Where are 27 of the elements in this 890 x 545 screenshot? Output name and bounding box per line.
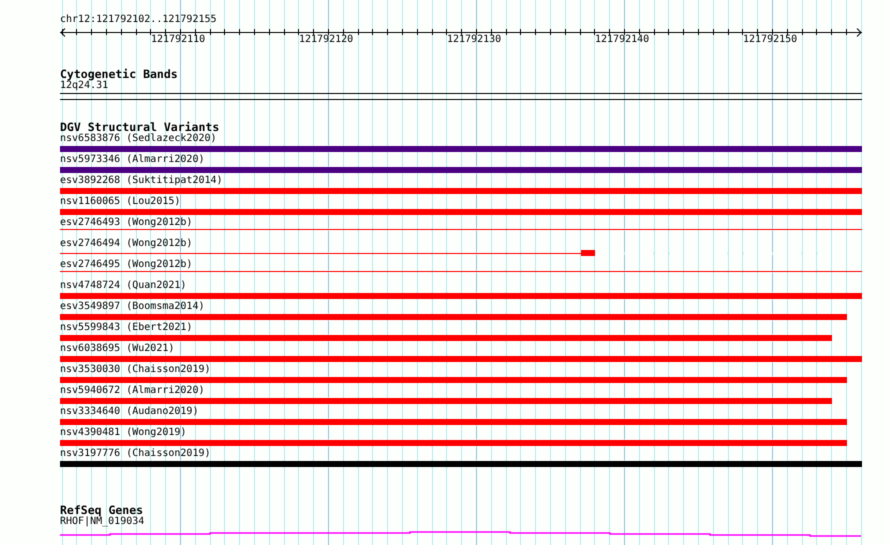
tick-label: 121792130 [447, 34, 502, 46]
variant-label: nsv3530030 (Chaisson2019) [60, 364, 211, 376]
variant-label: nsv4748724 (Quan2021) [60, 280, 186, 292]
track-title: Cytogenetic Bands [60, 68, 178, 80]
track-title: DGV Structural Variants [60, 121, 220, 133]
variant-label: nsv5973346 (Almarri2020) [60, 154, 204, 166]
tick-label: 121792140 [595, 34, 650, 46]
variant-label: nsv6583876 (Sedlazeck2020) [60, 133, 217, 145]
tick-label: 121792150 [743, 34, 798, 46]
variant-label: nsv3334640 (Audano2019) [60, 406, 198, 418]
variant-label: nsv6038695 (Wu2021) [60, 343, 174, 355]
band-label: 12q24.31 [60, 80, 108, 92]
variant-label: nsv4390481 (Wong2019) [60, 427, 186, 439]
variant-label: nsv5940672 (Almarri2020) [60, 385, 204, 397]
variant-label: esv3549897 (Boomsma2014) [60, 301, 204, 313]
tick-label: 121792120 [299, 34, 354, 46]
variant-label: esv2746494 (Wong2012b) [60, 238, 192, 250]
location-label: chr12:121792102..121792155 [60, 14, 217, 26]
variant-label: esv2746495 (Wong2012b) [60, 259, 192, 271]
track-title: RefSeq Genes [60, 504, 144, 516]
variant-label: esv3892268 (Suktitipat2014) [60, 175, 223, 187]
tick-label: 121792110 [151, 34, 206, 46]
gene-label: RHOF|NM_019034 [60, 516, 144, 528]
variant-label: nsv3197776 (Chaisson2019) [60, 448, 211, 460]
variant-label: nsv5599843 (Ebert2021) [60, 322, 192, 334]
variant-label: esv2746493 (Wong2012b) [60, 217, 192, 229]
variant-label: nsv1160065 (Lou2015) [60, 196, 180, 208]
